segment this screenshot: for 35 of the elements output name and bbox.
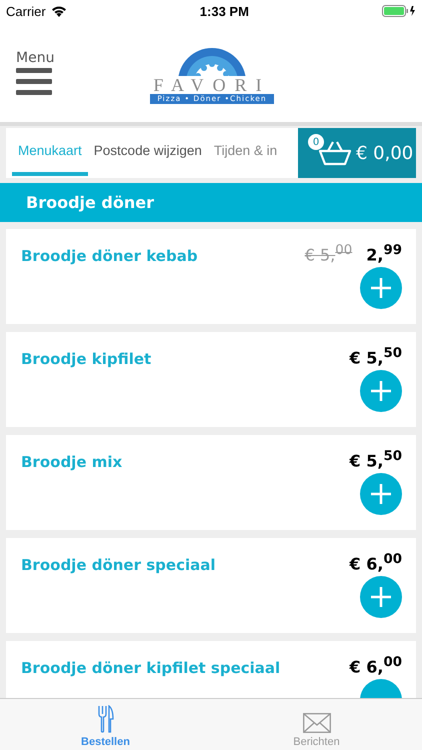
add-button[interactable] xyxy=(360,267,402,309)
product-name: Broodje döner kipfilet speciaal xyxy=(21,658,280,677)
wifi-icon xyxy=(50,5,67,17)
product-name: Broodje döner kebab xyxy=(21,246,198,265)
plus-icon xyxy=(370,483,392,505)
add-button[interactable] xyxy=(360,370,402,412)
mail-icon xyxy=(302,713,330,733)
product-price: 2,$^{99}$ xyxy=(366,243,402,264)
bottom-tab[interactable]: Bestellen xyxy=(0,699,211,750)
cart-count-badge: 0 xyxy=(308,134,324,150)
product-price: € 6,$^{00}$ xyxy=(350,552,402,574)
plus-icon xyxy=(370,277,392,299)
add-button[interactable] xyxy=(360,473,402,515)
product-name: Broodje kipfilet xyxy=(21,349,152,368)
cart-button[interactable]: 0 € 0,00 xyxy=(298,128,416,178)
product-name: Broodje mix xyxy=(21,452,122,471)
plus-icon xyxy=(370,586,392,608)
product-price: € 6,$^{00}$ xyxy=(350,655,402,676)
tab[interactable]: Tijden & in xyxy=(208,128,284,176)
menu-icon xyxy=(16,68,52,94)
section-header: Broodje döner xyxy=(0,183,422,222)
add-button[interactable] xyxy=(360,576,402,618)
product-name: Broodje döner speciaal xyxy=(21,555,216,574)
plus-icon xyxy=(370,380,392,402)
bottom-tab[interactable]: Berichten xyxy=(211,699,422,750)
product-price: € 5,$^{50}$ xyxy=(350,346,402,368)
cutlery-icon xyxy=(98,705,114,733)
status-time: 1:33 PM xyxy=(200,4,249,18)
tab[interactable]: Menukaart xyxy=(12,128,88,176)
battery-icon xyxy=(382,5,416,17)
product-price: € 5,$^{50}$ xyxy=(350,449,402,470)
carrier-label: Carrier xyxy=(6,4,46,18)
menu-button[interactable]: Menu xyxy=(16,50,54,94)
basket-icon xyxy=(318,140,352,166)
tab[interactable]: Postcode wijzigen xyxy=(88,128,208,176)
